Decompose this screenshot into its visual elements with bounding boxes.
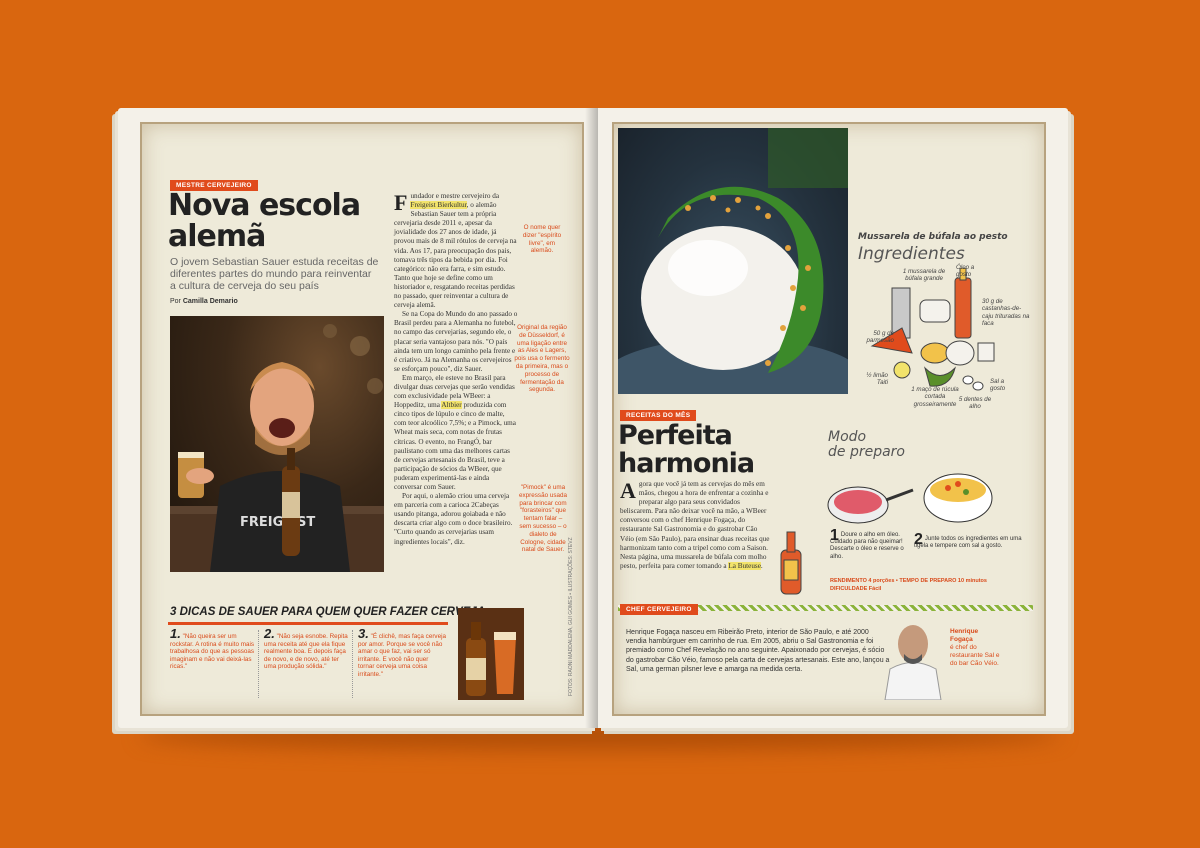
highlight-la-buteuse: La Buteuse bbox=[728, 561, 761, 570]
sebastian-sauer-photo: FREIGEIST bbox=[170, 316, 384, 572]
ingredient-sal: Sal a gosto bbox=[990, 378, 1006, 393]
recipe-title: Mussarela de búfala ao pesto bbox=[858, 232, 1008, 242]
ingredients-heading: Ingredientes bbox=[858, 244, 965, 264]
body-paragraph-3: Em março, ele esteve no Brasil para divu… bbox=[394, 374, 518, 492]
step-2: 2 Junte todos os ingredientes em uma tig… bbox=[914, 531, 1022, 550]
modo-line-1: Modo bbox=[828, 429, 867, 445]
la-buteuse-bottle-icon bbox=[780, 531, 802, 595]
body-paragraph-2: Se na Copa do Mundo do ano passado o Bra… bbox=[394, 310, 518, 373]
modo-de-preparo-heading: Modo de preparo bbox=[828, 430, 905, 460]
body-p1-b: , o alemão Sebastian Sauer tem a própria… bbox=[394, 201, 517, 310]
dicas-divider bbox=[168, 622, 448, 625]
step-1: 1 Doure o alho em óleo. Cuidado para não… bbox=[830, 527, 916, 561]
body-paragraph-1: Fundador e mestre cervejeiro da Freigeis… bbox=[394, 192, 518, 310]
ingredient-rucula: 1 maço de rúcula cortada grosseiramente bbox=[911, 386, 959, 408]
body-paragraph-4: Por aqui, o alemão criou uma cerveja em … bbox=[394, 492, 513, 546]
recipe-body-b: . bbox=[760, 561, 763, 570]
side-note-freigeist: O nome quer dizer "espírito livre", em a… bbox=[522, 224, 562, 255]
right-page: Mussarela de búfala ao pesto Ingrediente… bbox=[598, 108, 1068, 728]
ingredient-parmesao: 50 g de parmesão bbox=[866, 330, 894, 345]
dica-3-number: 3. bbox=[358, 626, 369, 641]
dica-2-text: "Não seja esnobe. Repita uma receita até… bbox=[264, 633, 348, 671]
ingredient-alho: 5 dentes de alho bbox=[958, 396, 992, 411]
modo-line-2: de preparo bbox=[828, 444, 905, 460]
dica-1: 1. "Não queira ser um rockstar. A rotina… bbox=[170, 627, 255, 671]
highlight-freigeist: Freigeist Bierkultur bbox=[410, 201, 467, 210]
article-title: Nova escola alemã bbox=[168, 188, 361, 254]
title-line-2: alemã bbox=[168, 219, 266, 254]
dica-3-text: "É clichê, mas faça cerveja por amor. Po… bbox=[358, 633, 446, 678]
dropcap-f: F bbox=[394, 190, 408, 215]
section-tag-chef-cervejeiro: CHEF CERVEJEIRO bbox=[620, 604, 698, 615]
ingredient-castanhas: 30 g de castanhas-de-caju trituradas na … bbox=[982, 298, 1030, 328]
recipe-title-line-1: Perfeita bbox=[618, 420, 733, 451]
side-note-pimock: "Pimock" é uma expressão usada para brin… bbox=[519, 484, 567, 554]
left-page: MESTRE CERVEJEIRO Nova escola alemã O jo… bbox=[118, 108, 598, 728]
dica-separator-1 bbox=[258, 630, 259, 698]
chef-portrait bbox=[884, 625, 942, 700]
burrata-illustration bbox=[618, 128, 848, 394]
recipe-meta-line-2: DIFICULDADE Fácil bbox=[830, 586, 882, 592]
ingredient-mussarela: 1 mussarela de búfala grande bbox=[902, 268, 946, 283]
side-note-altbier: Original da região de Düsseldorf, é uma … bbox=[514, 324, 570, 394]
body-p1-a: undador e mestre cervejeiro da bbox=[410, 192, 500, 200]
dica-2-number: 2. bbox=[264, 626, 275, 641]
dropcap-a: A bbox=[620, 478, 636, 503]
recipe-title-line-2: harmonia bbox=[618, 448, 755, 479]
chef-bio: Henrique Fogaça nasceu em Ribeirão Preto… bbox=[626, 629, 890, 673]
dicas-title: 3 DICAS DE SAUER PARA QUEM QUER FAZER CE… bbox=[170, 606, 489, 618]
preparo-illustration bbox=[827, 473, 993, 524]
beer-bottle-photo bbox=[458, 608, 524, 700]
article-subtitle: O jovem Sebastian Sauer estuda receitas … bbox=[170, 256, 379, 292]
byline: Por Camilla Demario bbox=[170, 298, 238, 305]
body-p3-b: produzida com cinco tipos de lúpulo e ci… bbox=[394, 401, 516, 491]
shirt-text: FREIGEIST bbox=[240, 515, 315, 530]
burrata-photo bbox=[618, 128, 848, 394]
recipe-body-text: Agora que você já tem as cervejas do mês… bbox=[620, 480, 770, 571]
byline-author: Camilla Demario bbox=[182, 298, 238, 305]
dica-separator-2 bbox=[352, 630, 353, 698]
chef-caption: Henrique Fogaça é chef do restaurante Sa… bbox=[950, 628, 1000, 668]
step-1-number: 1 bbox=[830, 527, 839, 544]
dica-1-number: 1. bbox=[170, 626, 181, 641]
chef-name: Henrique Fogaça bbox=[950, 628, 979, 643]
step-1-text: Doure o alho em óleo. Cuidado para não q… bbox=[830, 532, 904, 560]
title-line-1: Nova escola bbox=[168, 188, 361, 223]
photo-credits: FOTOS: RAONI MADDALENA, GUI GOMES • ILUS… bbox=[568, 537, 574, 696]
article-body-column: Fundador e mestre cervejeiro da Freigeis… bbox=[394, 192, 518, 547]
ingredient-limao: ½ limão Taiti bbox=[866, 372, 888, 387]
step-2-number: 2 bbox=[914, 531, 923, 548]
dica-1-text: "Não queira ser um rockstar. A rotina é … bbox=[170, 633, 255, 671]
ingredient-oleo: Óleo a gosto bbox=[956, 264, 975, 279]
sauer-illustration: FREIGEIST bbox=[170, 324, 384, 572]
step-2-text: Junte todos os ingredientes em uma tigel… bbox=[914, 536, 1022, 550]
recipe-body-a: gora que você já tem as cervejas do mês … bbox=[620, 480, 770, 570]
dica-2: 2. "Não seja esnobe. Repita uma receita … bbox=[264, 627, 349, 671]
dica-3: 3. "É clichê, mas faça cerveja por amor.… bbox=[358, 627, 446, 679]
highlight-altbier: Altbier bbox=[441, 401, 462, 410]
chef-caption-text: é chef do restaurante Sal e do bar Cão V… bbox=[950, 644, 1000, 667]
byline-prefix: Por bbox=[170, 298, 181, 305]
recipe-meta-line-1: RENDIMENTO 4 porções • TEMPO DE PREPARO … bbox=[830, 578, 987, 584]
beer-bottle-illustration bbox=[466, 622, 516, 696]
recipe-article-title: Perfeita harmonia bbox=[618, 420, 755, 479]
